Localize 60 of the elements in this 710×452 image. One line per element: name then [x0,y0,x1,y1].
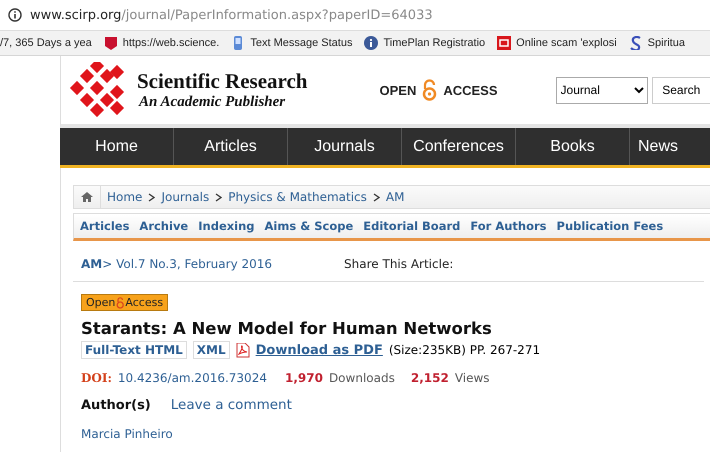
breadcrumb-link[interactable]: Home [107,190,142,204]
bookmark[interactable]: https://web.science. [104,36,220,50]
padlock-icon [115,296,126,308]
journal-link[interactable]: AM [81,257,102,271]
file-size-text: (Size:235KB) PP. 267-271 [388,343,540,357]
chevron-icon [215,192,222,202]
breadcrumb-link[interactable]: Physics & Mathematics [228,190,367,204]
breadcrumb-link[interactable]: AM [386,190,404,204]
bookmark[interactable]: /7, 365 Days a yea [0,37,92,49]
bookmark[interactable]: Text Message Status [231,36,352,50]
downloads-label: Downloads [328,371,395,385]
info-icon [8,8,22,22]
brand-name: Scientific Research [137,69,308,94]
format-link[interactable]: Full-Text HTML [81,341,187,359]
journal-menu-link[interactable]: Indexing [198,219,255,233]
nav-tab[interactable]: Journals [288,128,402,165]
author-link[interactable]: Marcia Pinheiro [81,427,173,441]
issue-link[interactable]: > Vol.7 No.3, February 2016 [102,257,272,271]
download-pdf-link[interactable]: Download as PDF [256,342,383,358]
breadcrumb-link[interactable]: Journals [161,190,210,204]
logo-icon [69,62,125,118]
shield-icon [104,36,118,50]
open-access-badge: Open Access [81,294,168,311]
nav-tab[interactable]: Books [516,128,630,165]
pdf-icon [236,342,250,358]
journal-menu-link[interactable]: Editorial Board [363,219,460,233]
journal-select[interactable]: Journal [556,76,648,104]
article-title: Starants: A New Model for Human Networks [81,319,493,338]
chevron-icon [148,192,156,202]
access-text: ACCESS [443,82,498,98]
search-button[interactable]: Search [652,76,710,104]
views-label: Views [454,371,490,385]
authors-heading: Author(s) [81,398,151,413]
journal-menu-link[interactable]: For Authors [470,219,547,233]
share-label: Share This Article: [344,257,454,271]
brand-tagline: An Academic Publisher [139,94,286,111]
home-icon [81,191,93,203]
bookmark[interactable]: TimePlan Registratio [364,36,486,50]
nav-tab[interactable]: Conferences [402,128,516,165]
bookmark[interactable]: Online scam 'explosi [497,36,617,50]
url-text[interactable]: www.scirp.org/journal/PaperInformation.aspx?paperID=64033 [30,8,433,22]
chevron-icon [372,192,380,202]
doi-label: DOI: [81,371,112,385]
doi-link[interactable]: 10.4236/am.2016.73024 [118,371,267,385]
nav-tab[interactable]: Home [60,128,174,165]
info-icon [364,36,378,50]
comment-link[interactable]: Leave a comment [170,397,292,413]
journal-menu-link[interactable]: Articles [80,219,130,233]
format-link[interactable]: XML [192,341,230,359]
bookmark[interactable]: Spiritua [628,36,685,50]
nav-tab[interactable]: Articles [174,128,288,165]
open-text: OPEN [379,82,416,98]
curve-icon [628,36,643,50]
nav-tab[interactable]: News [630,128,678,165]
journal-menu-link[interactable]: Publication Fees [556,219,664,233]
download-count: 1,970 [284,371,323,385]
square-icon [497,36,512,50]
view-count: 2,152 [410,371,449,385]
journal-menu-link[interactable]: Archive [139,219,188,233]
journal-menu-link[interactable]: Aims & Scope [264,219,354,233]
